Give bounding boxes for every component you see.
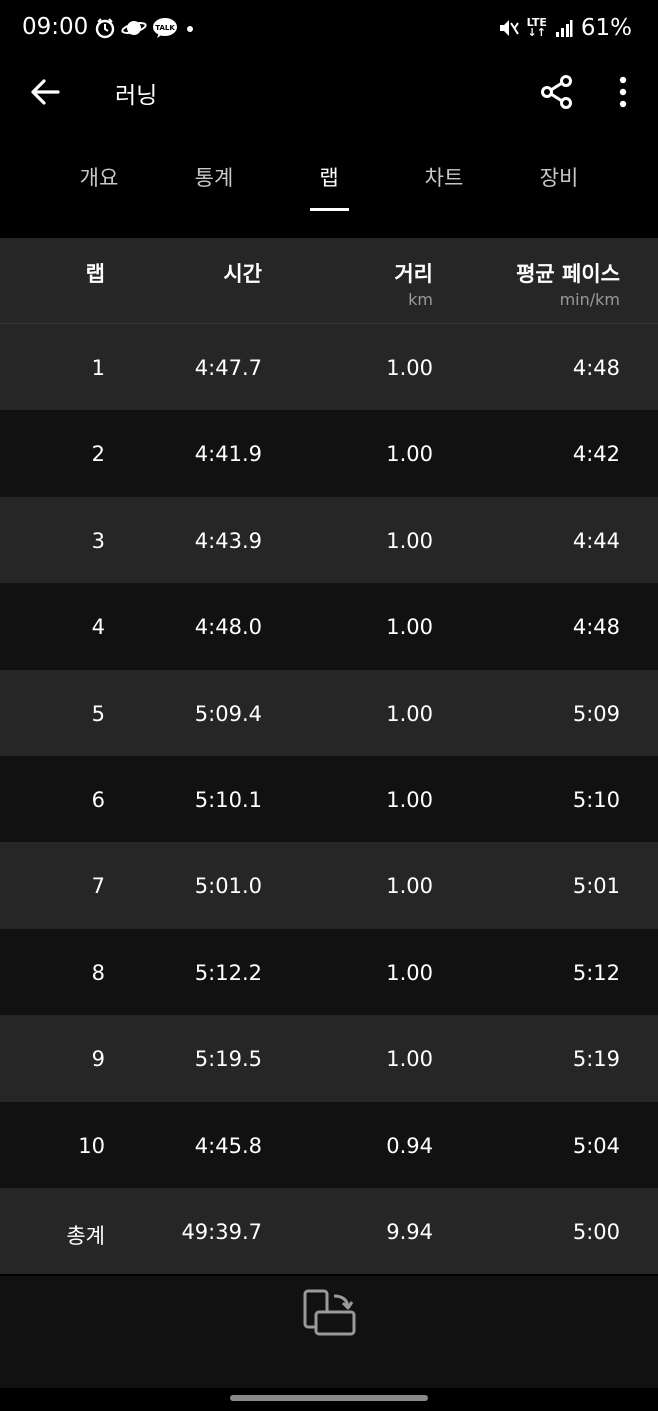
lap-distance: 1.00 <box>386 356 433 380</box>
lap-pace: 4:48 <box>572 356 620 380</box>
tab-gear[interactable]: 장비 <box>509 162 609 192</box>
svg-text:TALK: TALK <box>155 24 175 32</box>
lap-distance: 1.00 <box>386 1047 433 1072</box>
home-indicator[interactable] <box>230 1395 428 1401</box>
table-row: 10 4:45.8 0.94 5:04 <box>0 1101 658 1188</box>
lap-time: 5:09.4 <box>194 701 262 726</box>
lte-icon: LTE ↓↑ <box>526 16 547 39</box>
lap-number: 8 <box>91 960 105 985</box>
lap-time: 4:48.0 <box>194 615 262 640</box>
battery-percentage: 61% <box>580 15 632 41</box>
header-distance-unit: km <box>408 290 433 309</box>
tab-bar: 개요 통계 랩 차트 장비 <box>0 140 658 212</box>
lap-distance: 1.00 <box>386 701 433 726</box>
tab-overview[interactable]: 개요 <box>49 162 149 192</box>
share-icon[interactable] <box>537 72 577 112</box>
table-row: 3 4:43.9 1.00 4:44 <box>0 496 658 584</box>
table-row: 5 5:09.4 1.00 5:09 <box>0 669 658 756</box>
status-time: 09:00 <box>22 14 89 40</box>
lap-pace: 5:04 <box>572 1133 620 1158</box>
lap-pace: 4:42 <box>572 442 620 467</box>
lap-time: 5:01.0 <box>194 874 262 899</box>
header-distance: 거리 <box>394 262 433 286</box>
lap-number: 7 <box>91 874 105 899</box>
lap-distance: 1.00 <box>386 528 433 553</box>
table-row: 9 5:19.5 1.00 5:19 <box>0 1015 658 1102</box>
lap-pace: 5:19 <box>572 1047 620 1072</box>
header-time: 시간 <box>223 262 262 286</box>
lap-number: 10 <box>78 1133 105 1158</box>
lap-distance: 1.00 <box>386 615 433 640</box>
lap-pace: 5:09 <box>572 701 620 726</box>
lap-time: 4:47.7 <box>194 356 262 380</box>
signal-icon <box>555 20 573 37</box>
tab-stats[interactable]: 통계 <box>164 162 264 192</box>
total-pace: 5:00 <box>572 1219 620 1244</box>
lap-time: 5:12.2 <box>194 960 262 985</box>
total-distance: 9.94 <box>386 1219 433 1244</box>
saturn-icon <box>121 21 147 35</box>
lap-time: 4:43.9 <box>194 528 262 553</box>
alarm-icon <box>95 18 115 39</box>
lap-distance: 1.00 <box>386 874 433 899</box>
lap-number: 2 <box>91 442 105 467</box>
active-tab-indicator <box>310 208 349 211</box>
lap-pace: 4:44 <box>572 528 620 553</box>
network-label: LTE <box>526 16 547 29</box>
bottom-bar <box>0 1276 658 1388</box>
laps-table: 랩 시간 거리 km 평균 페이스 min/km 1 4:47.7 1.00 4… <box>0 238 658 1275</box>
tab-charts[interactable]: 차트 <box>394 162 494 192</box>
lap-distance: 1.00 <box>386 787 433 812</box>
page-title: 러닝 <box>115 83 158 109</box>
tab-laps[interactable]: 랩 <box>279 162 379 192</box>
lap-number: 5 <box>91 701 105 726</box>
lap-number: 3 <box>91 528 105 553</box>
total-time: 49:39.7 <box>181 1219 262 1244</box>
mute-icon <box>499 20 519 36</box>
status-right: LTE ↓↑ 61% <box>497 14 632 42</box>
lap-pace: 5:12 <box>572 960 620 985</box>
lap-distance: 1.00 <box>386 442 433 467</box>
lap-distance: 0.94 <box>386 1133 433 1158</box>
app-bar: 러닝 <box>0 56 658 128</box>
header-lap: 랩 <box>85 262 105 286</box>
lap-number: 1 <box>91 356 105 380</box>
lap-number: 4 <box>91 615 105 640</box>
back-arrow-icon[interactable] <box>26 72 66 112</box>
more-options-icon[interactable] <box>608 72 638 112</box>
table-header: 랩 시간 거리 km 평균 페이스 min/km <box>0 238 658 324</box>
header-avg-pace-unit: min/km <box>559 290 620 309</box>
rotate-screen-icon[interactable] <box>302 1288 358 1338</box>
table-row: 7 5:01.0 1.00 5:01 <box>0 842 658 929</box>
table-row: 8 5:12.2 1.00 5:12 <box>0 928 658 1016</box>
lap-distance: 1.00 <box>386 960 433 985</box>
lap-time: 4:45.8 <box>194 1133 262 1158</box>
notification-icons: TALK <box>94 14 197 42</box>
lap-time: 5:19.5 <box>194 1047 262 1072</box>
total-label: 총계 <box>66 1223 105 1248</box>
kakaotalk-icon: TALK <box>153 18 177 38</box>
status-bar: 09:00 TALK LTE ↓↑ 61% <box>0 0 658 56</box>
lap-pace: 4:48 <box>572 615 620 640</box>
table-row: 4 4:48.0 1.00 4:48 <box>0 583 658 670</box>
table-row: 6 5:10.1 1.00 5:10 <box>0 755 658 843</box>
table-row: 1 4:47.7 1.00 4:48 <box>0 324 658 411</box>
lap-pace: 5:01 <box>572 874 620 899</box>
dot-icon <box>187 26 193 32</box>
table-row: 2 4:41.9 1.00 4:42 <box>0 410 658 497</box>
lap-pace: 5:10 <box>572 787 620 812</box>
lap-number: 9 <box>91 1047 105 1072</box>
lap-time: 5:10.1 <box>194 787 262 812</box>
lap-number: 6 <box>91 787 105 812</box>
table-total-row: 총계 49:39.7 9.94 5:00 <box>0 1187 658 1275</box>
lap-time: 4:41.9 <box>194 442 262 467</box>
header-avg-pace: 평균 페이스 <box>516 262 620 286</box>
